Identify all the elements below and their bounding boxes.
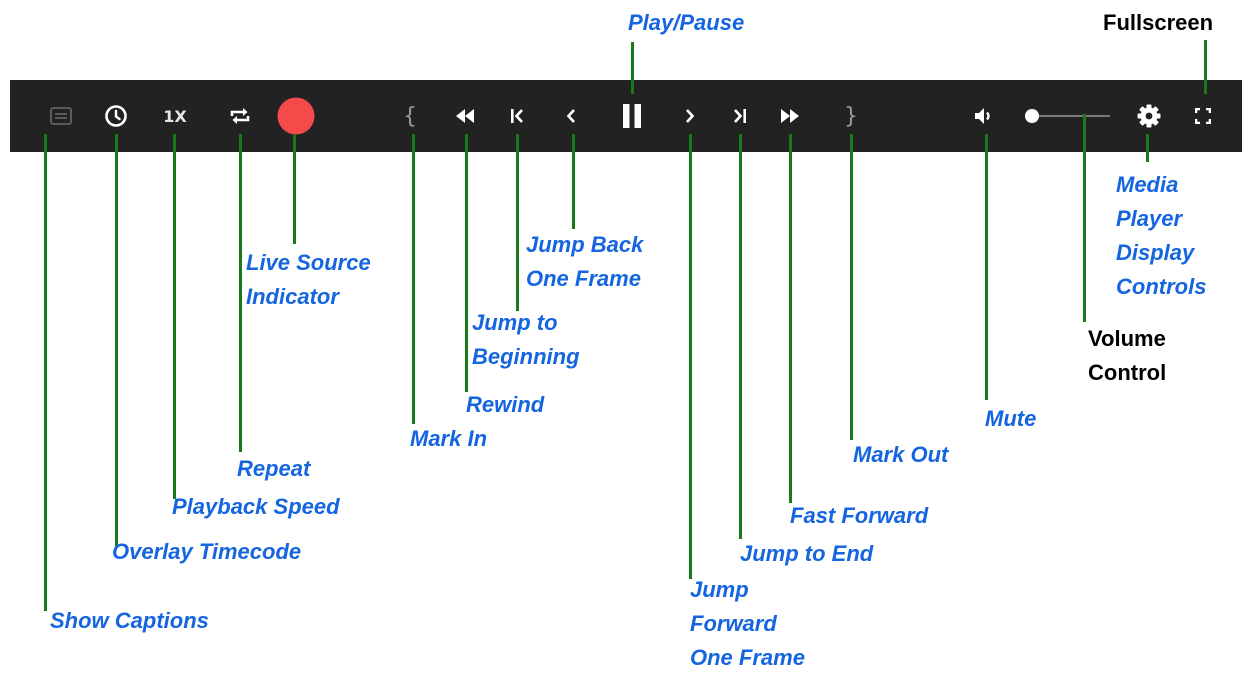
step-forward-icon [686, 109, 695, 123]
leader-mute [985, 134, 988, 400]
leader-repeat [239, 134, 242, 452]
mark-in-glyph: { [403, 103, 417, 129]
label-playback-speed: Playback Speed [172, 494, 340, 519]
fullscreen-icon [1195, 108, 1211, 124]
label-volume-control: Volume Control [1088, 322, 1166, 390]
label-live-source-line-2: Indicator [246, 284, 339, 309]
playback-speed-value: 1X [163, 106, 187, 126]
label-jump-back-one-frame: Jump Back One Frame [526, 228, 643, 296]
leader-playback-speed [173, 134, 176, 499]
mark-out-glyph: } [844, 103, 858, 129]
label-volume-line-1: Volume [1088, 326, 1166, 351]
label-jump-forward-one-frame: Jump Forward One Frame [690, 573, 805, 675]
mute-button[interactable] [968, 80, 1000, 152]
leader-jump-forward [689, 134, 692, 579]
leader-overlay-timecode [115, 134, 118, 547]
label-live-source-indicator: Live Source Indicator [246, 246, 371, 314]
label-jump-back-line-1: Jump Back [526, 232, 644, 257]
fullscreen-button[interactable] [1188, 80, 1218, 152]
leader-jump-end [739, 134, 742, 539]
label-jump-to-end: Jump to End [740, 541, 874, 566]
label-mark-out: Mark Out [853, 442, 949, 467]
leader-mark-in [412, 134, 415, 424]
label-media-line-4: Controls [1116, 274, 1207, 299]
volume-slider-thumb [1025, 109, 1039, 123]
gear-icon [1137, 104, 1161, 128]
label-jump-forward-line-1: Jump [690, 577, 749, 602]
leader-volume [1083, 114, 1086, 322]
label-jump-to-beginning: Jump to Beginning [472, 306, 580, 374]
captions-icon [50, 107, 72, 125]
label-live-source-line-1: Live Source [246, 250, 371, 275]
label-volume-line-2: Control [1088, 360, 1167, 385]
leader-mark-out [850, 134, 853, 440]
label-jump-beginning-line-1: Jump to [472, 310, 558, 335]
display-controls-button[interactable] [1133, 80, 1165, 152]
label-show-captions: Show Captions [50, 608, 209, 633]
leader-display-controls [1146, 134, 1149, 162]
label-jump-forward-line-3: One Frame [690, 645, 805, 670]
skip-to-end-icon [734, 109, 746, 123]
label-mark-in: Mark In [410, 426, 488, 451]
jump-back-frame-button[interactable] [557, 80, 585, 152]
step-back-icon [566, 109, 575, 123]
label-media-line-3: Display [1116, 240, 1195, 265]
repeat-icon [230, 108, 250, 124]
record-dot-icon [277, 97, 315, 135]
live-source-indicator [276, 80, 316, 152]
label-media-line-2: Player [1116, 206, 1183, 231]
label-play-pause: Play/Pause [628, 10, 745, 35]
label-jump-back-line-2: One Frame [526, 266, 641, 291]
leader-live-source [293, 134, 296, 244]
label-rewind: Rewind [466, 392, 545, 417]
pause-icon [623, 104, 641, 128]
label-repeat: Repeat [237, 456, 311, 481]
label-fast-forward: Fast Forward [790, 503, 929, 528]
mark-in-button[interactable]: { [400, 80, 420, 152]
skip-to-start-icon [511, 109, 523, 123]
label-fullscreen: Fullscreen [1103, 10, 1214, 35]
show-captions-button[interactable] [46, 80, 76, 152]
label-jump-beginning-line-2: Beginning [472, 344, 580, 369]
leader-rewind [465, 134, 468, 392]
leader-show-captions [44, 134, 47, 611]
leader-fast-forward [789, 134, 792, 503]
rewind-icon [456, 109, 474, 123]
leader-jump-back [572, 134, 575, 229]
volume-slider-track [1025, 109, 1110, 123]
leader-fullscreen [1204, 40, 1207, 94]
volume-slider[interactable] [1020, 80, 1112, 152]
label-media-player-display-controls: Media Player Display Controls [1116, 168, 1206, 304]
clock-icon [105, 105, 127, 127]
fast-forward-icon [781, 109, 799, 123]
label-media-line-1: Media [1116, 172, 1179, 197]
leader-jump-beginning [516, 134, 519, 311]
leader-play-pause [631, 42, 634, 94]
label-jump-forward-line-2: Forward [690, 611, 777, 636]
label-overlay-timecode: Overlay Timecode [112, 539, 302, 564]
volume-icon [975, 108, 990, 124]
label-mute: Mute [985, 406, 1037, 431]
